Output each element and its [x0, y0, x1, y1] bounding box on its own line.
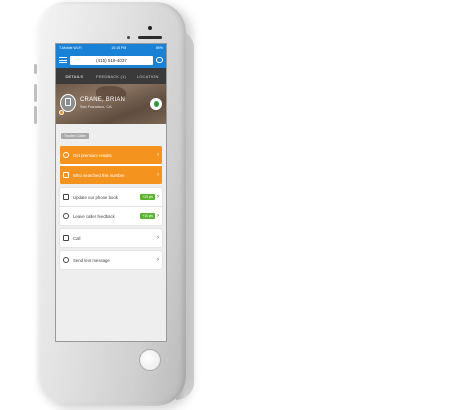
- update-phone-book-button[interactable]: Update our phone book +25 pts ›: [60, 188, 162, 206]
- carrier-label: T-Mobile Wi-Fi: [59, 46, 82, 50]
- row-label: Update our phone book: [73, 194, 118, 200]
- earpiece-speaker: [138, 36, 162, 39]
- premium-actions: Get premium results › Who searched this …: [60, 146, 162, 184]
- message-icon: [63, 257, 69, 263]
- chat-icon[interactable]: [156, 57, 163, 63]
- nav-bar: (415) 519-4037: [56, 52, 166, 68]
- tab-details[interactable]: DETAILS: [56, 74, 93, 79]
- row-label: Call: [73, 235, 81, 241]
- tab-bar: DETAILS FEEDBACK (1) LOCATION: [56, 68, 166, 87]
- proximity-sensor: [127, 36, 130, 39]
- battery-label: 89%: [155, 46, 163, 50]
- row-label: Who searched this number: [73, 172, 125, 178]
- points-badge: +10 pts: [140, 213, 155, 219]
- leave-feedback-button[interactable]: Leave caller feedback +10 pts ›: [60, 206, 162, 225]
- caller-location: San Francisco, CA: [80, 105, 112, 109]
- row-label: Send text message: [73, 257, 110, 263]
- status-dot: [59, 110, 64, 115]
- status-bar: T-Mobile Wi-Fi 10:15 PM 89%: [56, 44, 166, 52]
- row-label: Get premium results: [73, 152, 112, 158]
- app-screen: T-Mobile Wi-Fi 10:15 PM 89% (415) 519-40…: [55, 43, 167, 342]
- chevron-right-icon: ›: [157, 194, 159, 200]
- chevron-right-icon: ›: [157, 213, 159, 219]
- front-camera: [148, 26, 152, 30]
- call-button[interactable]: Call ›: [60, 229, 162, 247]
- row-label: Leave caller feedback: [73, 213, 115, 219]
- chevron-right-icon: ›: [157, 172, 159, 178]
- phone-icon: [63, 235, 69, 241]
- contribute-actions: Update our phone book +25 pts › Leave ca…: [60, 188, 162, 225]
- chevron-right-icon: ›: [157, 152, 159, 158]
- mute-switch: [34, 64, 37, 74]
- tab-location[interactable]: LOCATION: [129, 74, 166, 79]
- clock: 10:15 PM: [111, 46, 127, 50]
- search-icon: [63, 152, 69, 158]
- tab-feedback[interactable]: FEEDBACK (1): [93, 74, 130, 79]
- home-button[interactable]: [139, 349, 161, 371]
- chevron-right-icon: ›: [157, 235, 159, 241]
- volume-up-button: [34, 84, 37, 102]
- question-icon: [63, 172, 69, 178]
- trusted-caller-tag: Trusted Caller: [61, 133, 89, 139]
- caller-header: CRANE, BRIAN San Francisco, CA: [56, 84, 166, 124]
- verified-badge: [150, 98, 162, 110]
- who-searched-button[interactable]: Who searched this number ›: [60, 164, 162, 184]
- phone-number-field[interactable]: (415) 519-4037: [70, 55, 153, 65]
- text-action: Send text message ›: [60, 251, 162, 269]
- caller-name: CRANE, BRIAN: [80, 97, 126, 103]
- get-premium-results-button[interactable]: Get premium results ›: [60, 146, 162, 164]
- feedback-icon: [63, 213, 69, 219]
- volume-down-button: [34, 106, 37, 124]
- chevron-right-icon: ›: [157, 257, 159, 263]
- book-icon: [63, 194, 69, 200]
- shield-icon: [153, 101, 159, 107]
- menu-icon[interactable]: [59, 57, 67, 63]
- points-badge: +25 pts: [140, 194, 155, 200]
- send-text-button[interactable]: Send text message ›: [60, 251, 162, 269]
- call-action: Call ›: [60, 229, 162, 247]
